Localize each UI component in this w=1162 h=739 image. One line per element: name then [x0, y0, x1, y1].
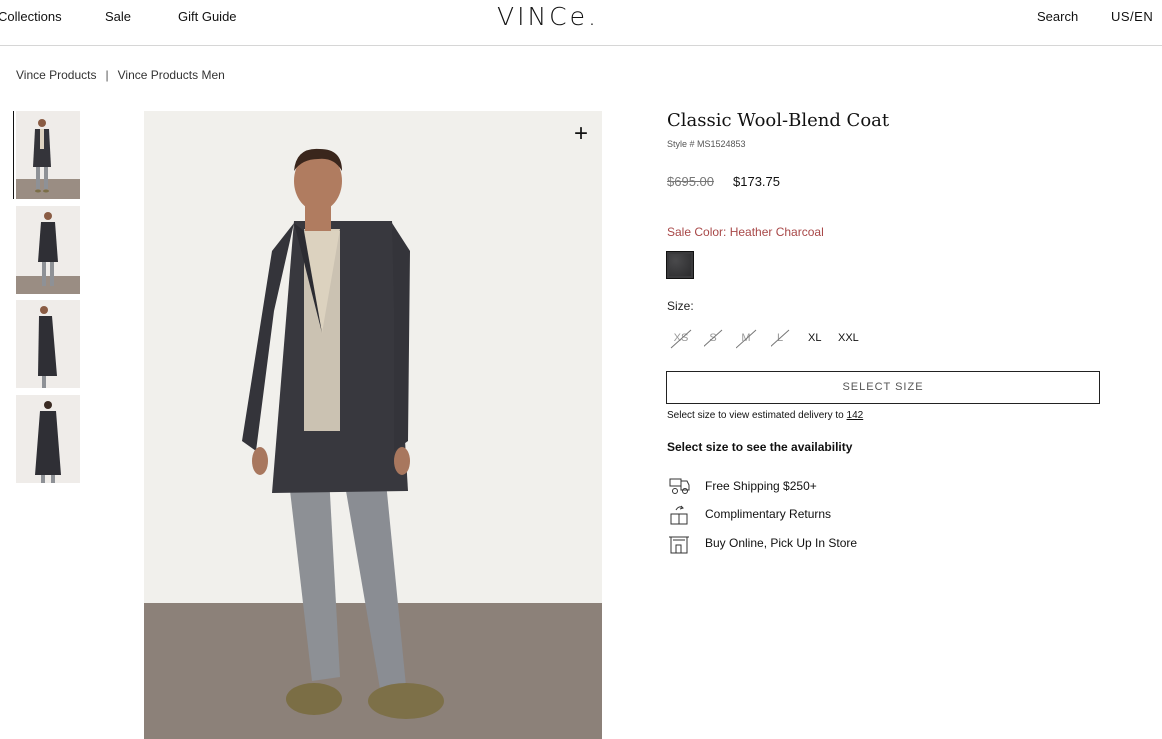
- site-header: Collections Sale Gift Guide VINCe. Searc…: [0, 0, 1162, 46]
- original-price: $695.00: [667, 174, 714, 189]
- return-box-icon: [670, 505, 688, 525]
- size-option-xxl[interactable]: XXL: [838, 332, 859, 344]
- delivery-text: Select size to view estimated delivery t…: [667, 410, 847, 421]
- swatch-texture: [669, 254, 691, 276]
- style-number: Style # MS1524853: [667, 139, 746, 149]
- perk-label: Buy Online, Pick Up In Store: [705, 536, 858, 550]
- plus-icon[interactable]: +: [570, 122, 592, 146]
- color-swatch-heather-charcoal[interactable]: [666, 251, 694, 279]
- size-option-xl[interactable]: XL: [808, 332, 821, 344]
- main-product-image[interactable]: [144, 111, 602, 739]
- size-option-l[interactable]: L: [771, 329, 790, 347]
- size-option-s[interactable]: S: [704, 329, 723, 347]
- breadcrumb-vince-products-men[interactable]: Vince Products Men: [118, 68, 225, 82]
- locale-selector[interactable]: US/EN: [1111, 9, 1153, 24]
- thumbnail-back[interactable]: [16, 395, 80, 483]
- active-thumbnail-indicator: [13, 111, 14, 199]
- perk-label: Free Shipping $250+: [705, 479, 817, 493]
- delivery-estimate: Select size to view estimated delivery t…: [667, 410, 863, 421]
- size-label: Size:: [667, 299, 694, 313]
- delivery-zip-link[interactable]: 142: [847, 410, 864, 421]
- size-option-m[interactable]: M: [736, 329, 757, 349]
- unavailable-strike-icon: [771, 329, 790, 347]
- select-size-button[interactable]: SELECT SIZE: [666, 371, 1100, 404]
- sale-price: $173.75: [733, 174, 780, 189]
- perk-label: Complimentary Returns: [705, 507, 832, 521]
- store-icon: [669, 536, 689, 554]
- nav-collections[interactable]: Collections: [0, 9, 62, 24]
- unavailable-strike-icon: [670, 329, 692, 349]
- nav-gift-guide[interactable]: Gift Guide: [178, 9, 237, 24]
- unavailable-strike-icon: [736, 329, 757, 349]
- unavailable-strike-icon: [704, 329, 723, 347]
- breadcrumb-vince-products[interactable]: Vince Products: [16, 68, 97, 82]
- breadcrumb-separator: |: [105, 68, 109, 82]
- thumbnail-front[interactable]: [16, 111, 80, 199]
- shipping-box-icon: [669, 478, 690, 494]
- availability-message: Select size to see the availability: [667, 440, 853, 454]
- nav-sale[interactable]: Sale: [105, 9, 131, 24]
- size-option-xs[interactable]: XS: [670, 329, 692, 349]
- thumbnail-side[interactable]: [16, 300, 80, 388]
- breadcrumb: Vince Products | Vince Products Men: [16, 68, 225, 82]
- product-title: Classic Wool-Blend Coat: [667, 110, 890, 131]
- vince-logo[interactable]: VINCe.: [497, 2, 599, 31]
- sale-color-label: Sale Color: Heather Charcoal: [667, 225, 824, 239]
- search-link[interactable]: Search: [1037, 9, 1078, 24]
- thumbnail-front-detail[interactable]: [16, 206, 80, 294]
